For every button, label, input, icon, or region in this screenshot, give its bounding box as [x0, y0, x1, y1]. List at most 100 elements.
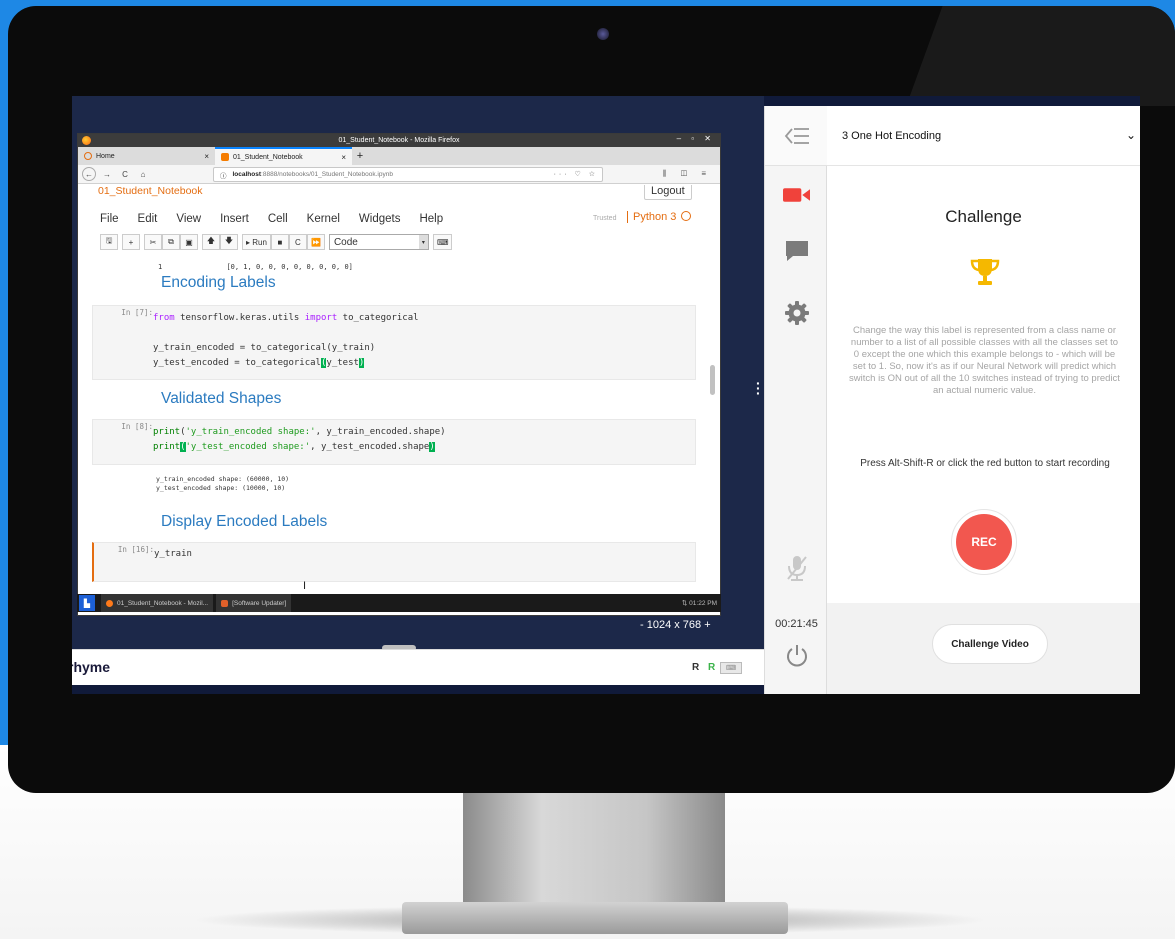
rhyme-logo: rhyme — [72, 659, 111, 675]
notebook-name[interactable]: 01_Student_Notebook — [98, 185, 203, 197]
monitor-stand-base — [402, 902, 788, 934]
gear-icon[interactable] — [783, 301, 810, 325]
forward-arrow-icon[interactable]: → — [100, 170, 114, 179]
code-cell-8[interactable]: In [8]: print('y_train_encoded shape:', … — [92, 419, 696, 465]
keyboard-icon[interactable]: ⌨ — [432, 234, 453, 250]
challenge-heading: Challenge — [945, 207, 1022, 226]
paste-icon[interactable]: ▣ — [180, 234, 198, 250]
resolution-control[interactable]: - 1024 x 768 + — [640, 619, 711, 631]
code-cell-7[interactable]: In [7]: from tensorflow.keras.utils impo… — [92, 305, 696, 380]
run-button[interactable]: ▸ Run — [242, 234, 271, 250]
os-taskbar: ▙ 01_Student_Notebook - Mozil... [Softwa… — [77, 594, 721, 612]
taskbar-item-firefox[interactable]: 01_Student_Notebook - Mozil... — [101, 594, 214, 612]
firefox-navbar: ← → C ⌂ ⓘ localhost :8888/notebooks/01_S… — [78, 165, 720, 184]
keyboard-icon[interactable]: ⌨ — [720, 662, 742, 674]
heading-display-encoded-labels: Display Encoded Labels — [161, 513, 328, 530]
firefox-tabstrip: Home × 01_Student_Notebook × + — [78, 147, 720, 165]
task-selector[interactable]: 3 One Hot Encoding ⌄ — [827, 106, 1140, 166]
chat-icon[interactable] — [783, 240, 810, 262]
code-line: y_train_encoded = to_categorical(y_train… — [153, 343, 376, 353]
cell-prompt: In [16]: — [117, 545, 154, 554]
trophy-icon — [969, 256, 1001, 288]
insert-cell-icon[interactable]: + — [122, 234, 140, 250]
url-host: localhost — [232, 171, 262, 178]
webcam — [597, 28, 609, 40]
record-button[interactable]: REC — [956, 514, 1012, 570]
cut-icon[interactable]: ✂ — [144, 234, 162, 250]
record-instruction: Press Alt-Shift-R or click the red butto… — [860, 458, 1110, 469]
start-menu-icon[interactable]: ▙ — [79, 595, 95, 611]
menu-insert[interactable]: Insert — [220, 213, 249, 225]
collapse-menu-button[interactable] — [765, 106, 828, 166]
menu-view[interactable]: View — [176, 213, 201, 225]
code-token: tensorflow.keras.utils — [174, 313, 305, 323]
partial-output-row: 1 [0, 1, 0, 0, 0, 0, 0, 0, 0, 0] — [158, 263, 353, 271]
side-rail: 00:21:45 — [764, 106, 828, 694]
cell-code[interactable]: from tensorflow.keras.utils import to_ca… — [153, 311, 419, 371]
library-sidebar-menu-icons[interactable]: ⫼ ◫ ≡ — [663, 169, 712, 179]
rhyme-r-toggle[interactable]: R — [692, 662, 699, 673]
updater-icon — [221, 599, 229, 607]
restart-icon[interactable]: C — [288, 234, 307, 250]
remote-desktop[interactable]: 01_Student_Notebook - Mozilla Firefox – … — [72, 96, 764, 651]
code-string: 'y_test_encoded shape:' — [185, 442, 311, 452]
taskbar-item-updater[interactable]: [Software Updater] — [216, 594, 292, 612]
tab-notebook[interactable]: 01_Student_Notebook × — [215, 147, 352, 165]
challenge-video-button[interactable]: Challenge Video — [932, 624, 1048, 664]
jupyter-menubar: File Edit View Insert Cell Kernel Widget… — [100, 213, 462, 225]
output-values: [0, 1, 0, 0, 0, 0, 0, 0, 0, 0] — [226, 263, 353, 271]
fast-forward-icon[interactable]: ⏩ — [306, 234, 325, 250]
url-action-icons[interactable]: ··· ♡ ☆ — [554, 170, 598, 178]
resize-dots-icon[interactable]: · · · — [756, 376, 761, 400]
logout-button[interactable]: Logout — [644, 185, 692, 200]
cell-type-select[interactable]: Code ▾ — [328, 234, 429, 250]
menu-cell[interactable]: Cell — [268, 213, 288, 225]
cell-prompt: In [8]: — [121, 422, 153, 431]
output-index: 1 — [158, 263, 163, 271]
chevron-down-icon: ▾ — [418, 235, 428, 249]
firefox-logo-icon — [82, 136, 91, 145]
power-icon[interactable] — [785, 644, 809, 668]
reload-icon[interactable]: C — [118, 170, 132, 179]
panel-footer: Challenge Video — [827, 603, 1140, 694]
menu-help[interactable]: Help — [419, 213, 443, 225]
move-down-icon[interactable]: 🡇 — [220, 234, 238, 250]
code-token: print — [153, 427, 181, 437]
notebook-scrollbar[interactable] — [710, 365, 715, 395]
video-camera-icon[interactable] — [783, 184, 810, 206]
menu-file[interactable]: File — [100, 213, 119, 225]
bezel-sheen — [906, 6, 1175, 106]
code-token: print — [153, 442, 181, 452]
tab-close-icon[interactable]: × — [341, 153, 346, 162]
url-bar[interactable]: ⓘ localhost :8888/notebooks/01_Student_N… — [213, 167, 603, 182]
new-tab-button[interactable]: + — [352, 147, 368, 165]
menu-kernel[interactable]: Kernel — [307, 213, 340, 225]
rhyme-r-toggle-green[interactable]: R — [708, 662, 715, 673]
cell-code[interactable]: print('y_train_encoded shape:', y_train_… — [153, 425, 446, 455]
window-controls[interactable]: – ▫ ✕ — [677, 134, 715, 143]
trusted-indicator[interactable]: Trusted — [593, 215, 616, 222]
tab-label: Home — [96, 152, 115, 160]
menu-widgets[interactable]: Widgets — [359, 213, 401, 225]
home-icon[interactable]: ⌂ — [136, 170, 150, 179]
monitor-screen: 01_Student_Notebook - Mozilla Firefox – … — [72, 96, 1140, 694]
chevron-down-icon[interactable]: ⌄ — [1126, 128, 1136, 142]
code-token: , y_train_encoded.shape) — [315, 427, 446, 437]
stop-icon[interactable]: ■ — [270, 234, 289, 250]
bracket-highlight: ) — [429, 442, 435, 452]
tab-home[interactable]: Home × — [78, 147, 215, 165]
bracket-highlight: ) — [358, 358, 365, 368]
record-button-ring: REC — [951, 509, 1017, 575]
move-up-icon[interactable]: 🡅 — [202, 234, 220, 250]
copy-icon[interactable]: ⧉ — [162, 234, 180, 250]
menu-edit[interactable]: Edit — [138, 213, 158, 225]
tab-close-icon[interactable]: × — [204, 152, 209, 161]
taskbar-item-label: [Software Updater] — [232, 599, 287, 607]
microphone-muted-icon[interactable] — [783, 553, 810, 583]
firefox-icon — [106, 599, 113, 607]
challenge-panel: 3 One Hot Encoding ⌄ Challenge Change th… — [827, 106, 1140, 694]
save-icon[interactable]: 🖫 — [100, 234, 118, 250]
back-arrow-icon[interactable]: ← — [82, 167, 96, 181]
code-cell-16[interactable]: In [16]: y_train — [92, 542, 696, 582]
cell-code[interactable]: y_train — [154, 547, 192, 562]
